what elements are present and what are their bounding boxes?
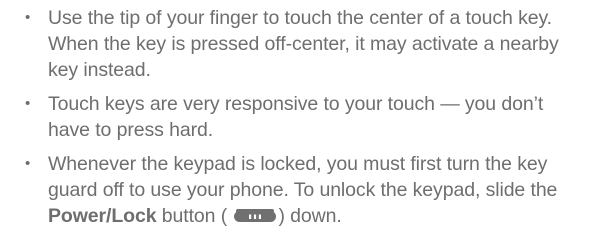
tip-text-end: ) down. <box>278 205 342 227</box>
tip-text: Touch keys are very responsive to your t… <box>48 93 544 141</box>
tip-text: Use the tip of your finger to touch the … <box>48 7 559 81</box>
tip-item-responsive: • Touch keys are very responsive to your… <box>22 91 590 143</box>
bullet: • <box>25 155 31 172</box>
tip-text-start: Whenever the keypad is locked, you must … <box>48 153 558 201</box>
tip-item-touch-center: • Use the tip of your finger to touch th… <box>22 5 590 83</box>
bullet: • <box>25 9 31 26</box>
bullet: • <box>25 95 31 112</box>
tips-list: • Use the tip of your finger to touch th… <box>22 5 590 230</box>
tip-item-unlock: • Whenever the keypad is locked, you mus… <box>22 151 590 230</box>
power-lock-button-icon <box>234 204 277 230</box>
document-page: • Use the tip of your finger to touch th… <box>0 0 610 245</box>
tip-text-middle: button ( <box>156 205 228 227</box>
power-lock-label: Power/Lock <box>48 205 157 227</box>
